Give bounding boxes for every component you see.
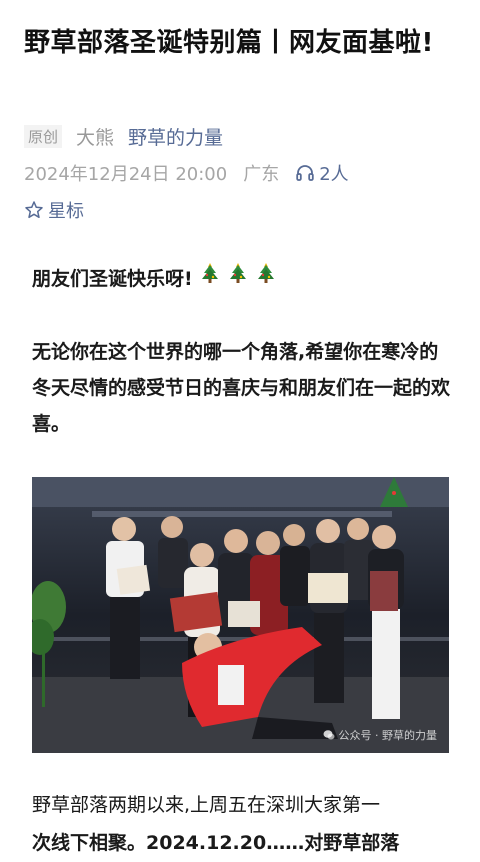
watermark-text: 公众号 · 野草的力量 — [338, 729, 438, 742]
author-row: 原创 大熊 野草的力量 — [24, 123, 223, 150]
star-icon — [25, 201, 43, 219]
body-paragraph: 野草部落两期以来,上周五在深圳大家第一 次线下相聚。2024.12.20……对野… — [32, 786, 452, 862]
group-photo-illustration — [32, 477, 449, 753]
listen-button[interactable]: 2人 — [295, 160, 349, 186]
article-title: 野草部落圣诞特别篇丨网友面基啦! — [24, 28, 434, 58]
christmas-tree-icon — [255, 262, 277, 296]
body-line-1: 野草部落两期以来,上周五在深圳大家第一 — [32, 794, 381, 816]
greeting-line: 朋友们圣诞快乐呀! — [32, 262, 277, 296]
article-page: 野草部落圣诞特别篇丨网友面基啦! 原创 大熊 野草的力量 2024年12月24日… — [0, 0, 480, 854]
publish-date: 2024年12月24日 20:00 — [24, 164, 228, 185]
intro-paragraph: 无论你在这个世界的哪一个角落,希望你在寒冷的冬天尽情的感受节日的喜庆与和朋友们在… — [32, 341, 451, 435]
body-line-2: 次线下相聚。2024.12.20……对野草部落 — [32, 832, 400, 854]
greeting-text: 朋友们圣诞快乐呀! — [32, 268, 193, 290]
author-name[interactable]: 大熊 — [76, 123, 114, 150]
star-button[interactable]: 星标 — [24, 197, 84, 223]
group-photo[interactable]: 公众号 · 野草的力量 — [32, 477, 449, 753]
original-tag: 原创 — [24, 124, 63, 148]
christmas-tree-icon — [227, 262, 249, 296]
christmas-tree-icon — [199, 262, 221, 296]
publish-location: 广东 — [243, 164, 280, 185]
photo-watermark: 公众号 · 野草的力量 — [323, 727, 438, 743]
star-label: 星标 — [48, 201, 84, 222]
wechat-icon — [323, 730, 334, 740]
account-name-link[interactable]: 野草的力量 — [128, 123, 223, 150]
listener-count: 2人 — [319, 164, 349, 185]
headphones-icon — [296, 165, 314, 181]
publish-info-row: 2024年12月24日 20:00 广东 2人 — [24, 160, 349, 186]
